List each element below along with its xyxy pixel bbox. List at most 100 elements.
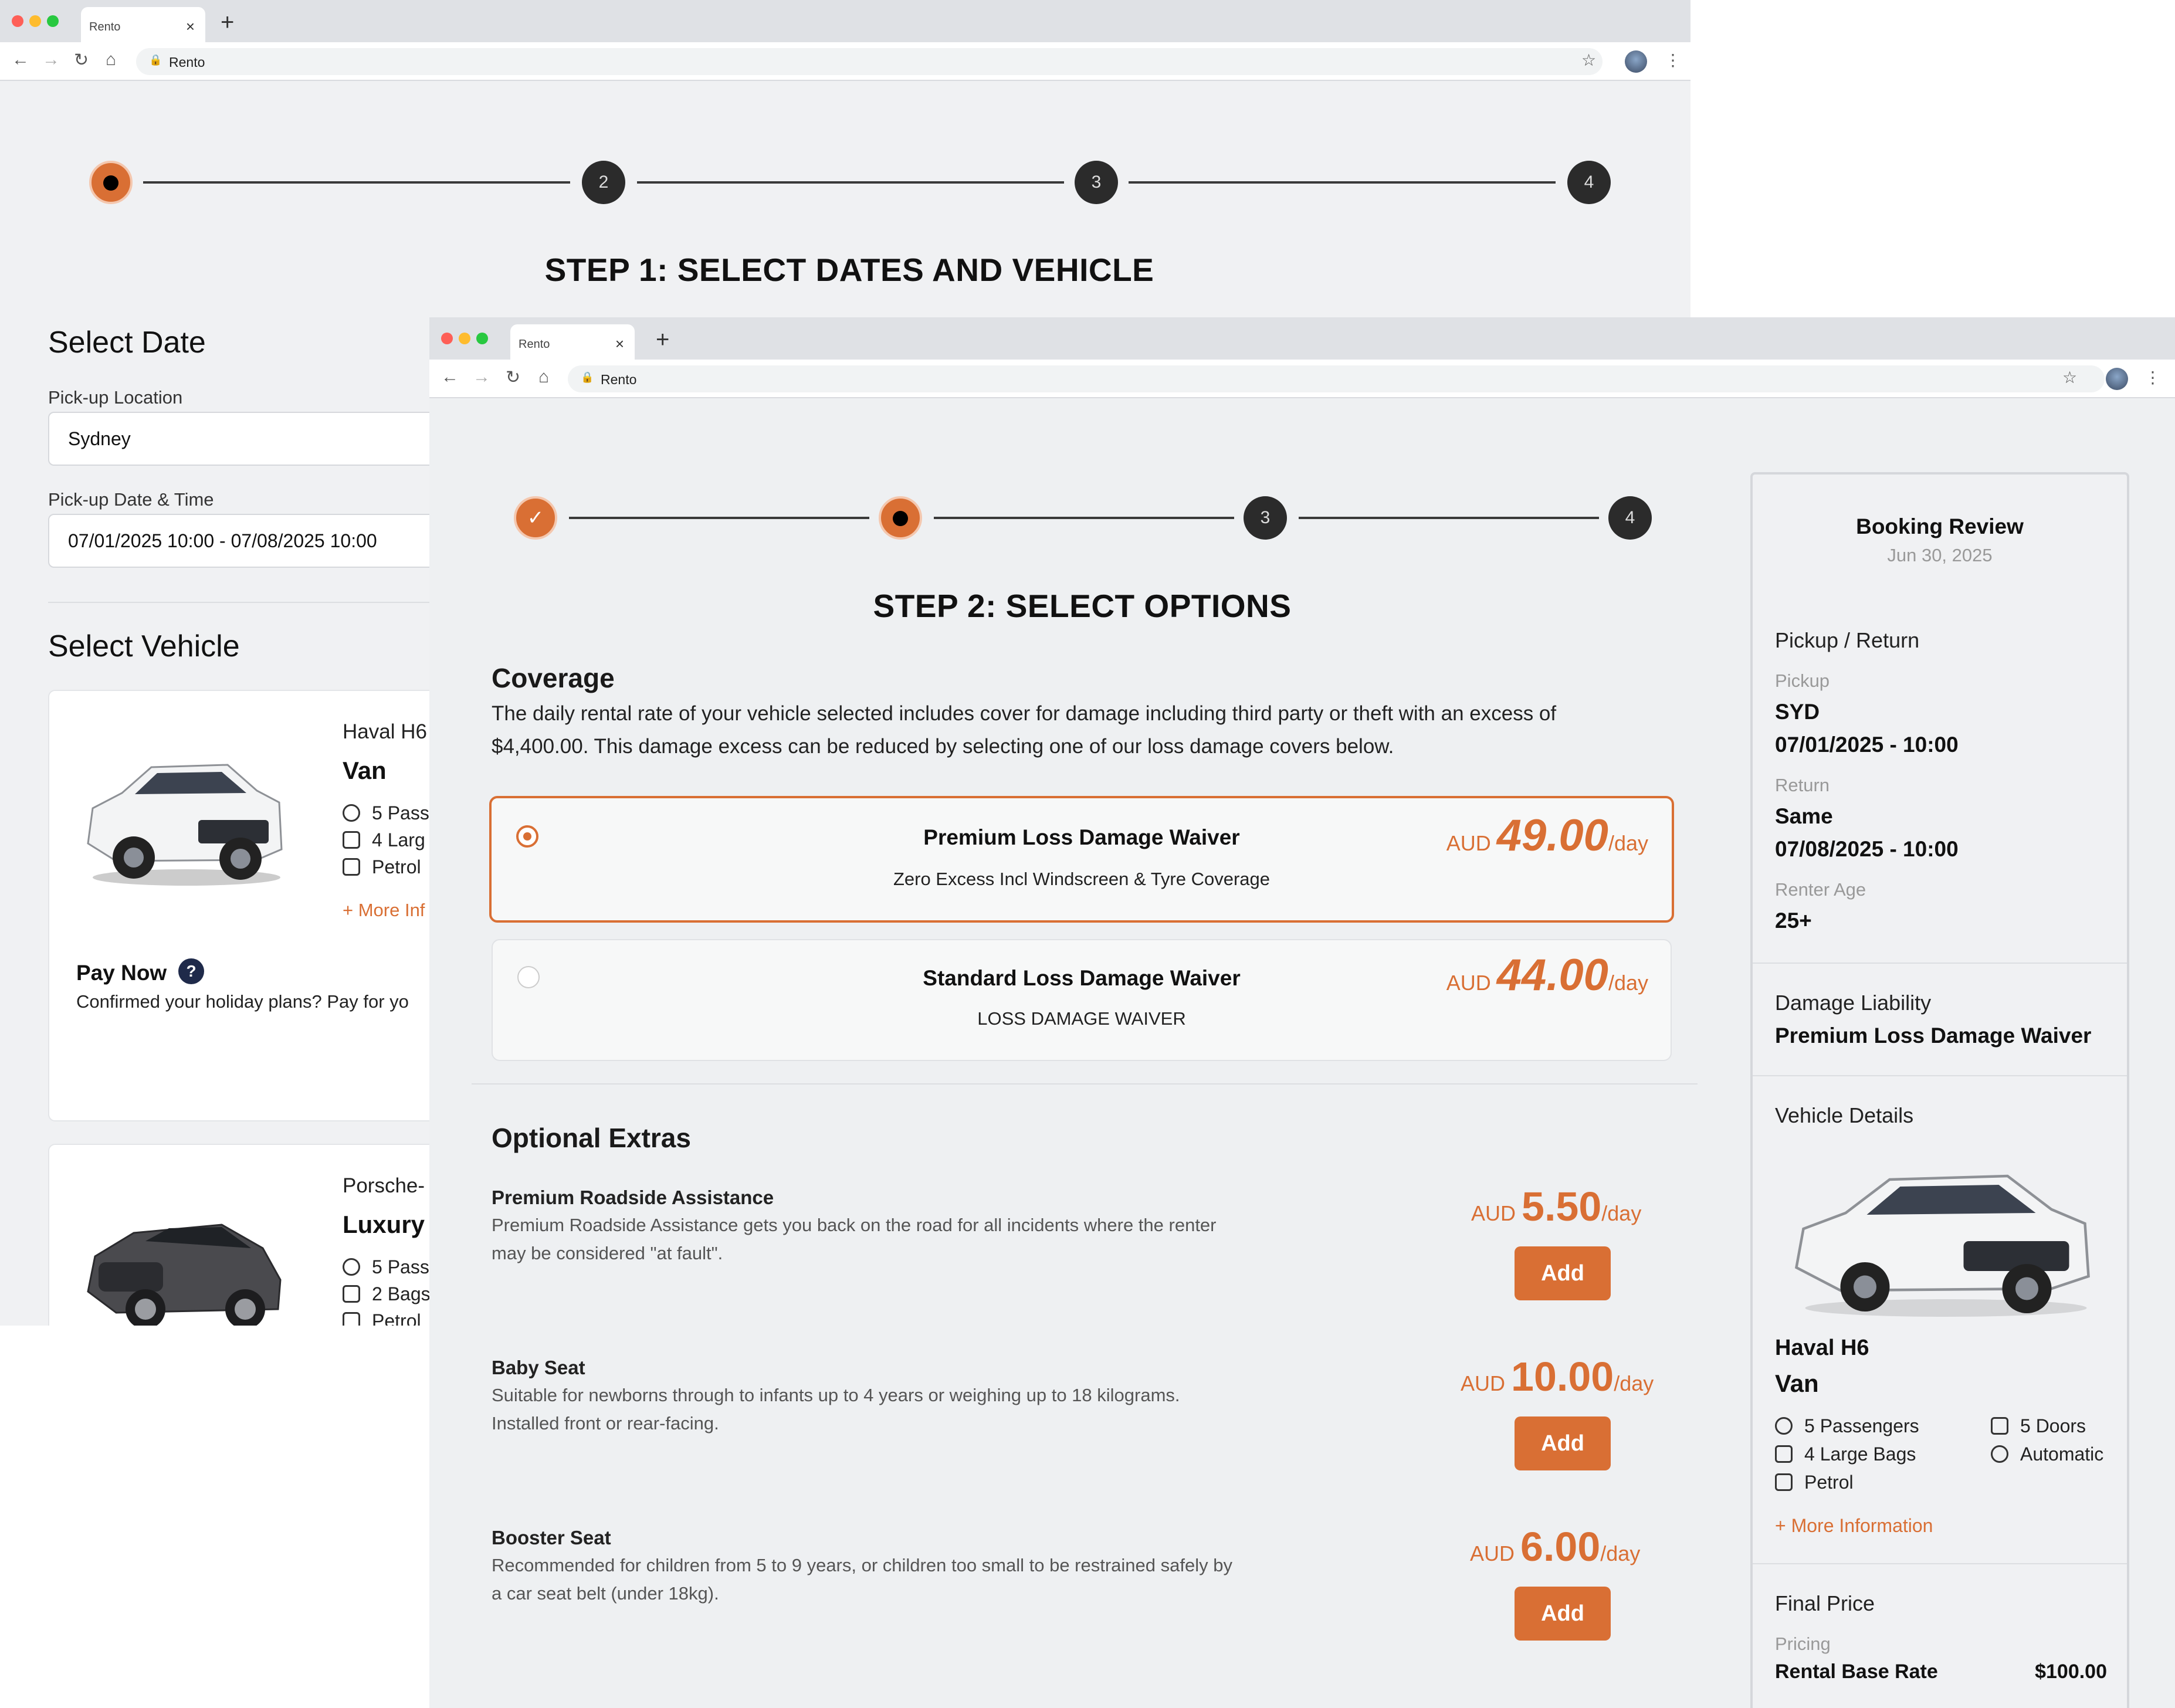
extra-title: Booster Seat: [492, 1527, 611, 1548]
vehicle-type: Luxury: [343, 1211, 425, 1238]
tab-strip: Rento × +: [0, 0, 1690, 42]
browser-window-step2: Rento × + ← → ↻ ⌂ 🔒 Rento ☆ ⋮ ✓ 3 4 STEP…: [429, 317, 2175, 1708]
minimize-window-dot[interactable]: [29, 15, 41, 27]
new-tab-icon[interactable]: +: [656, 327, 669, 353]
help-icon[interactable]: ?: [178, 958, 204, 984]
browser-menu-icon[interactable]: ⋮: [1665, 50, 1681, 70]
home-icon[interactable]: ⌂: [538, 367, 549, 387]
profile-avatar[interactable]: [1625, 50, 1647, 73]
new-tab-icon[interactable]: +: [221, 9, 234, 36]
pricing-label: Pricing: [1775, 1634, 1831, 1654]
maximize-window-dot[interactable]: [476, 333, 488, 344]
divider: [1753, 1075, 2127, 1076]
back-arrow-icon[interactable]: ←: [12, 50, 29, 70]
booking-review-heading: Booking Review: [1856, 514, 2024, 538]
add-roadside-button[interactable]: Add: [1515, 1246, 1611, 1300]
bookmark-star-icon[interactable]: ☆: [2062, 368, 2077, 387]
browser-tab[interactable]: Rento ×: [510, 324, 635, 360]
add-booster-seat-button[interactable]: Add: [1515, 1587, 1611, 1641]
more-information-link[interactable]: + More Information: [1775, 1515, 1933, 1537]
url-text: Rento: [169, 55, 205, 70]
lock-icon: 🔒: [149, 54, 162, 66]
reload-icon[interactable]: ↻: [506, 367, 520, 388]
add-baby-seat-button[interactable]: Add: [1515, 1416, 1611, 1470]
url-input[interactable]: 🔒 Rento: [568, 365, 2105, 392]
pickup-datetime: 07/01/2025 - 10:00: [1775, 733, 1959, 757]
dark-suv-image: [87, 1224, 282, 1326]
maximize-window-dot[interactable]: [47, 15, 59, 27]
bookmark-star-icon[interactable]: ☆: [1581, 50, 1596, 70]
feature-fuel: Petrol: [343, 1310, 421, 1326]
car-icon: [343, 804, 360, 822]
back-arrow-icon[interactable]: ←: [441, 367, 459, 387]
close-window-dot[interactable]: [12, 15, 23, 27]
feature-doors: 5 Doors: [1991, 1415, 2086, 1437]
lock-icon: 🔒: [581, 371, 594, 383]
stepper-line: [934, 517, 1234, 519]
extra-price: AUD 10.00/day: [1461, 1354, 1654, 1399]
extra-description-line2: may be considered "at fault".: [492, 1243, 723, 1263]
home-icon[interactable]: ⌂: [106, 50, 116, 70]
url-text: Rento: [601, 372, 637, 387]
feature-passengers: 5 Passengers: [1775, 1415, 1919, 1437]
bag-icon: [1775, 1445, 1793, 1463]
divider: [1753, 1563, 2127, 1564]
step-1-current: [89, 161, 133, 204]
forward-arrow-icon[interactable]: →: [42, 50, 60, 70]
coverage-option-premium[interactable]: Premium Loss Damage Waiver Zero Excess I…: [489, 796, 1674, 923]
tab-title: Rento: [89, 21, 121, 33]
vehicle-name: Porsche-: [343, 1174, 425, 1197]
coverage-heading: Coverage: [492, 663, 615, 693]
reload-icon[interactable]: ↻: [74, 50, 89, 70]
more-info-link[interactable]: + More Inf: [343, 900, 425, 921]
damage-liability-value: Premium Loss Damage Waiver: [1775, 1024, 2092, 1048]
extra-description-line2: a car seat belt (under 18kg).: [492, 1583, 719, 1604]
extra-description-line2: Installed front or rear-facing.: [492, 1413, 719, 1434]
renter-age: 25+: [1775, 909, 1812, 933]
address-bar-row: ← → ↻ ⌂ 🔒 Rento ☆ ⋮: [0, 42, 1690, 81]
white-suv-image: [87, 764, 283, 886]
option-subtitle: Zero Excess Incl Windscreen & Tyre Cover…: [893, 869, 1271, 889]
forward-arrow-icon[interactable]: →: [473, 367, 490, 387]
feature-fuel: Petrol: [1775, 1472, 1854, 1493]
feature-bags: 4 Large Bags: [1775, 1443, 1916, 1465]
select-date-heading: Select Date: [48, 326, 206, 360]
fuel-icon: [343, 858, 360, 876]
coverage-description-line1: The daily rental rate of your vehicle se…: [492, 702, 1557, 725]
feature-bags: 4 Larg: [343, 829, 425, 851]
extra-description-line1: Recommended for children from 5 to 9 yea…: [492, 1555, 1232, 1575]
profile-avatar[interactable]: [2106, 368, 2128, 390]
divider: [1753, 963, 2127, 964]
stepper-line: [569, 517, 869, 519]
close-tab-icon[interactable]: ×: [186, 18, 195, 36]
tab-title: Rento: [519, 338, 550, 351]
coverage-option-standard[interactable]: Standard Loss Damage Waiver LOSS DAMAGE …: [492, 939, 1672, 1061]
feature-transmission: Automatic: [1991, 1443, 2103, 1465]
option-price: AUD 44.00/day: [1446, 950, 1648, 1000]
pay-now-label: Pay Now: [76, 961, 167, 985]
final-price-heading: Final Price: [1775, 1591, 1875, 1615]
vehicle-name: Haval H6: [343, 720, 427, 743]
optional-extras-heading: Optional Extras: [492, 1123, 691, 1153]
step-4: 4: [1567, 161, 1611, 204]
minimize-window-dot[interactable]: [459, 333, 470, 344]
feature-fuel: Petrol: [343, 856, 421, 878]
browser-tab[interactable]: Rento ×: [81, 7, 205, 42]
return-location: Same: [1775, 804, 1833, 828]
browser-menu-icon[interactable]: ⋮: [2144, 368, 2161, 387]
close-tab-icon[interactable]: ×: [615, 335, 624, 353]
step-2: 2: [582, 161, 625, 204]
extra-price: AUD 5.50/day: [1471, 1184, 1642, 1229]
close-window-dot[interactable]: [441, 333, 453, 344]
return-datetime: 07/08/2025 - 10:00: [1775, 837, 1959, 861]
gearbox-icon: [1991, 1445, 2008, 1463]
extra-title: Baby Seat: [492, 1357, 585, 1378]
step-title: STEP 1: SELECT DATES AND VEHICLE: [544, 252, 1154, 288]
pickup-label: Pickup: [1775, 670, 1830, 691]
divider: [48, 602, 459, 603]
bag-icon: [343, 831, 360, 849]
feature-passengers: 5 Pass: [343, 802, 429, 824]
url-input[interactable]: 🔒 Rento: [136, 48, 1603, 75]
renter-age-label: Renter Age: [1775, 879, 1866, 900]
extra-description-line1: Premium Roadside Assistance gets you bac…: [492, 1215, 1217, 1235]
